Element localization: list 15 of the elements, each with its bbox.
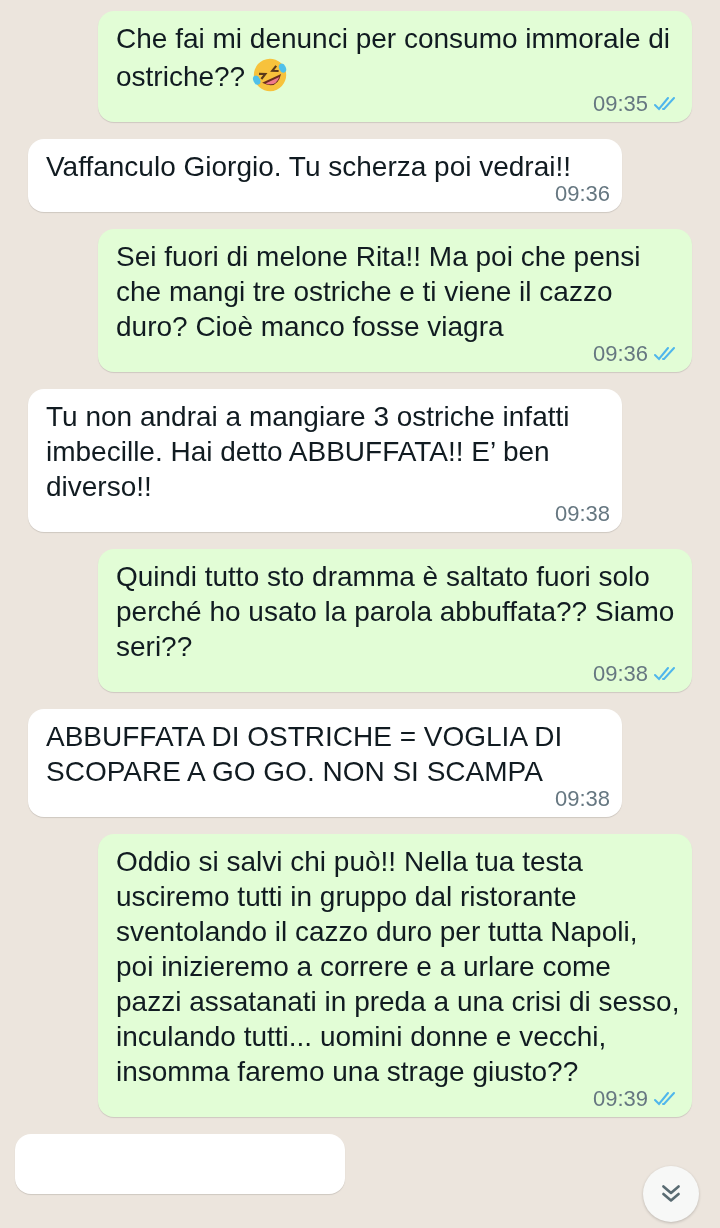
message-text: ABBUFFATA DI OSTRICHE = VOGLIA DI SCOPARE A GO GO. NON SI SCAMPA [46, 721, 563, 787]
message-text: Quindi tutto sto dramma è saltato fuori solo perché ho usato la parola abbuffata?? Siamo seri?? [116, 561, 675, 662]
message-time: 09:36 [554, 182, 610, 206]
message-text: Sei fuori di melone Rita!! Ma poi che pensi che mangi tre ostriche e ti viene il cazzo duro? Cioè manco fosse viagra [116, 241, 641, 342]
message-time: 09:38 [554, 502, 610, 526]
scroll-down-button[interactable] [643, 1166, 699, 1222]
message-text: Tu non andrai a mangiare 3 ostriche infatti imbecille. Hai detto ABBUFFATA!! E’ ben diverso!! [46, 401, 570, 502]
message-text: Che fai mi denunci per consumo immorale di ostriche?? [116, 23, 671, 92]
message-time: 09:38 [554, 787, 610, 811]
message-text: Oddio si salvi chi può!! Nella tua testa usciremo tutti in gruppo dal ristorante sventolando il cazzo duro per tutta Napoli, poi inizieremo a correre e a urlare come pazzi assatanati in preda a una crisi di sesso, inculando tutti... uomini donne e vecchi, insomma faremo una strage giusto?? [116, 846, 680, 1087]
message-time: 09:38 [592, 662, 648, 686]
message-time: 09:36 [592, 342, 648, 366]
message-time: 09:39 [592, 1087, 648, 1111]
message-text: Vaffanculo Giorgio. Tu scherza poi vedrai!! [46, 151, 572, 182]
message-time: 09:35 [592, 92, 648, 116]
